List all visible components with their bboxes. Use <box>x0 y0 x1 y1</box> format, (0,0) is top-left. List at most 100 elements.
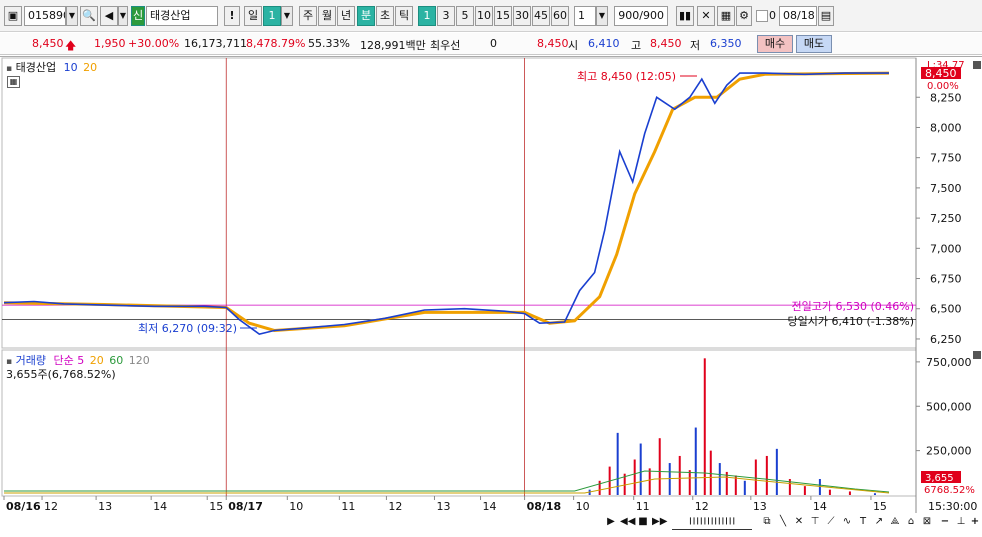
volume-pane-close-icon[interactable] <box>973 351 981 359</box>
toolbar: ▣ 015890 ▼ 🔍 ◀ ▼ 신 태경산업 ! 일 1 ▼ 주 월 년 분 … <box>0 0 982 32</box>
low-annotation: 최저 6,270 (09:32) <box>138 322 237 335</box>
forward-icon[interactable]: ▶▶ <box>652 514 667 530</box>
period-week-button[interactable]: 주 <box>299 6 317 26</box>
settings-gear-icon[interactable]: ⚙ <box>736 6 752 26</box>
stock-name-field[interactable]: 태경산업 <box>146 6 218 26</box>
volume-bar <box>828 489 831 495</box>
trade-volume: 16,173,711 <box>184 37 247 50</box>
code-dropdown-icon[interactable]: ▼ <box>66 6 78 26</box>
zoom-slider[interactable]: ┃┃┃┃┃┃┃┃┃┃┃┃┃ <box>672 514 752 530</box>
volume-bar <box>709 450 712 495</box>
delete-drawings-icon[interactable]: ⊠ <box>920 514 934 530</box>
price-legend: ▪ 태경산업 10 20 <box>6 59 97 75</box>
table-view-icon[interactable]: ▦ <box>7 76 20 88</box>
draw-box-icon[interactable]: ⌂ <box>904 514 918 530</box>
draw-cross-icon[interactable]: ✕ <box>792 514 806 530</box>
low-label: 저 <box>690 39 701 52</box>
speaker-dropdown-icon[interactable]: ▼ <box>118 6 128 26</box>
volume-ma120: 120 <box>128 354 150 367</box>
draw-fib-icon[interactable]: ⊤ <box>808 514 822 530</box>
x-tick-label: 14 <box>813 500 827 513</box>
x-tick-label: 11 <box>636 500 650 513</box>
x-tick-label: 15 <box>209 500 223 513</box>
high-price: 8,450 <box>650 37 682 50</box>
interval-button-1[interactable]: 1 <box>418 6 436 26</box>
period-day-button[interactable]: 일 <box>244 6 262 26</box>
interval-count-input[interactable]: 1 <box>574 6 596 26</box>
zoom-out-button[interactable]: − <box>938 514 952 530</box>
volume-bar <box>648 468 651 495</box>
search-icon[interactable]: 🔍 <box>80 6 98 26</box>
open-label: 시 <box>568 39 579 52</box>
zoom-reset-icon[interactable]: ⊥ <box>954 514 968 530</box>
rewind-icon[interactable]: ◀◀ <box>620 514 635 530</box>
period-second-button[interactable]: 초 <box>376 6 394 26</box>
change-percent: +30.00% <box>128 37 180 50</box>
volume-bar <box>848 491 851 495</box>
sell-button[interactable]: 매도 <box>796 35 832 53</box>
price-pane-close-icon[interactable] <box>973 61 981 69</box>
zoom-tool-icon[interactable]: ⧉ <box>760 514 774 530</box>
volume-bar <box>616 432 619 495</box>
x-tick-label: 14 <box>153 500 167 513</box>
draw-channel-icon[interactable]: ⟋ <box>824 514 838 530</box>
chart-svg: 8,250 8,000 7,750 7,500 7,250 7,000 6,750 6,500… <box>1 57 977 513</box>
draw-arrow-icon[interactable]: ↗ <box>872 514 886 530</box>
stock-name-label: 태경산업 <box>15 61 57 74</box>
volume-bar <box>803 486 806 495</box>
interval-button-30[interactable]: 30 <box>513 6 531 26</box>
draw-text-icon[interactable]: T <box>856 514 870 530</box>
draw-tool-icon[interactable]: ✕ <box>697 6 715 26</box>
period-dropdown-icon[interactable]: ▼ <box>281 6 293 26</box>
candle-style-icon[interactable]: ▮▮ <box>676 6 694 26</box>
pane-menu-icon[interactable]: ▪ <box>6 64 12 74</box>
x-tick-label: 08/18 <box>527 500 562 513</box>
stop-icon[interactable]: ■ <box>636 514 650 530</box>
alert-button[interactable]: ! <box>224 6 240 26</box>
interval-button-3[interactable]: 3 <box>437 6 455 26</box>
date-checkbox-label: 0 <box>769 9 776 22</box>
trade-amount: 128,991백만 <box>360 39 426 52</box>
date-input[interactable]: 08/18 <box>779 6 817 26</box>
period-tick-button[interactable]: 틱 <box>395 6 413 26</box>
volume-bar <box>743 480 746 495</box>
quote-bar: 8,450 🡅 1,950 +30.00% 16,173,711 8,478.7… <box>0 33 982 55</box>
current-price: 8,450 <box>32 37 64 50</box>
bar-count-field[interactable]: 900/900 <box>614 6 668 26</box>
price-tick-label: 7,250 <box>930 212 962 225</box>
x-tick-label: 12 <box>388 500 402 513</box>
interval-button-60[interactable]: 60 <box>551 6 569 26</box>
interval-button-5[interactable]: 5 <box>456 6 474 26</box>
priority-label: 최우선 <box>430 39 461 52</box>
interval-button-10[interactable]: 10 <box>475 6 493 26</box>
period-minute-button[interactable]: 분 <box>357 6 375 26</box>
period-value[interactable]: 1 <box>263 6 281 26</box>
date-checkbox[interactable] <box>756 10 768 22</box>
today-open-annotation: 당일시가 6,410 (-1.38%) <box>788 314 914 328</box>
new-listing-badge: 신 <box>131 6 145 26</box>
zoom-in-button[interactable]: + <box>968 514 982 530</box>
grid-icon[interactable]: ▦ <box>717 6 735 26</box>
interval-button-45[interactable]: 45 <box>532 6 550 26</box>
x-tick-label: 10 <box>289 500 303 513</box>
x-axis: 08/16 12 13 14 15 08/17 10 11 12 13 14 08/18 10 11 12 1… <box>3 496 887 513</box>
volume-tick-label: 500,000 <box>926 400 972 413</box>
buy-button[interactable]: 매수 <box>757 35 793 53</box>
draw-line-icon[interactable]: ╲ <box>776 514 790 530</box>
scroll-start-icon[interactable]: ▶ <box>604 514 618 530</box>
interval-count-dropdown-icon[interactable]: ▼ <box>596 6 608 26</box>
chart-area[interactable]: 8,250 8,000 7,750 7,500 7,250 7,000 6,750 6,500… <box>0 56 982 537</box>
interval-button-15[interactable]: 15 <box>494 6 512 26</box>
volume-tag: 3,655 <box>925 473 954 484</box>
volume-bar <box>639 443 642 495</box>
period-month-button[interactable]: 월 <box>318 6 336 26</box>
speaker-icon[interactable]: ◀ <box>100 6 118 26</box>
period-year-button[interactable]: 년 <box>337 6 355 26</box>
calendar-icon[interactable]: ▤ <box>818 6 834 26</box>
draw-fan-icon[interactable]: ⟁ <box>888 514 902 530</box>
volume-pct-tag: 6768.52% <box>924 485 975 496</box>
draw-wave-icon[interactable]: ∿ <box>840 514 854 530</box>
stock-code-input[interactable]: 015890 <box>24 6 66 26</box>
window-menu-icon[interactable]: ▣ <box>4 6 22 26</box>
volume-bar <box>678 455 681 495</box>
